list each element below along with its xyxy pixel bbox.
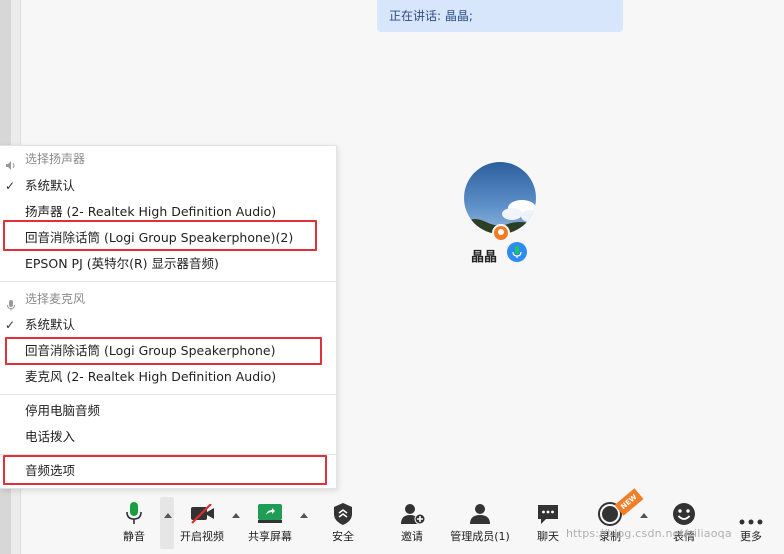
participant-name: 晶晶: [471, 250, 498, 265]
security-label: 安全: [332, 530, 354, 543]
more-button[interactable]: 更多: [729, 490, 773, 554]
video-off-icon: [190, 503, 216, 528]
check-icon: ✓: [5, 179, 16, 193]
mute-button[interactable]: 静音: [113, 490, 155, 554]
invite-button[interactable]: 邀请: [391, 490, 433, 554]
participants-icon: [469, 503, 491, 529]
action-label: 停用电脑音频: [25, 403, 101, 418]
mute-label: 静音: [123, 530, 145, 543]
speaker-section-title: 选择扬声器: [0, 146, 336, 172]
meeting-toolbar: 静音 开启视频 共享屏幕 安全 邀请 管理成员(1) 聊天 录制 表情 更多: [21, 490, 784, 554]
share-screen-icon: [258, 504, 282, 528]
phone-dial-in[interactable]: 电话拨入: [0, 424, 336, 450]
add-user-icon: [401, 503, 426, 529]
smiley-icon: [672, 502, 696, 530]
speaker-option-label: 系统默认: [25, 178, 76, 193]
mic-active-icon: [507, 242, 527, 262]
speaker-option-epson[interactable]: EPSON PJ (英特尔(R) 显示器音频): [0, 251, 336, 277]
highlight-speaker-logi: [3, 220, 317, 251]
highlight-mic-logi: [5, 337, 322, 365]
disable-computer-audio[interactable]: 停用电脑音频: [0, 398, 336, 424]
video-caret-icon[interactable]: [232, 513, 240, 518]
mic-section-label: 选择麦克风: [25, 292, 86, 306]
chat-label: 聊天: [537, 530, 559, 543]
mic-option-label: 麦克风 (2- Realtek High Definition Audio): [25, 369, 277, 384]
more-label: 更多: [740, 530, 762, 543]
action-label: 电话拨入: [25, 429, 76, 444]
speaker-section-label: 选择扬声器: [25, 152, 86, 166]
more-icon: [739, 510, 763, 529]
share-screen-button[interactable]: 共享屏幕: [245, 490, 295, 554]
highlight-audio-options: [3, 455, 327, 485]
start-video-label: 开启视频: [180, 530, 224, 543]
microphone-icon: [125, 502, 143, 530]
menu-divider: [0, 281, 336, 282]
chat-button[interactable]: 聊天: [529, 490, 567, 554]
security-button[interactable]: 安全: [323, 490, 363, 554]
mic-option-realtek[interactable]: 麦克风 (2- Realtek High Definition Audio): [0, 364, 336, 390]
mic-option-system-default[interactable]: ✓ 系统默认: [0, 312, 336, 338]
chat-icon: [537, 504, 559, 530]
reactions-button[interactable]: 表情: [663, 490, 705, 554]
manage-participants-label: 管理成员(1): [450, 530, 510, 543]
share-caret-icon[interactable]: [300, 513, 308, 518]
audio-settings-menu: 选择扬声器 ✓ 系统默认 扬声器 (2- Realtek High Defini…: [0, 145, 337, 489]
active-speaker-text: 正在讲话: 晶晶;: [389, 9, 473, 23]
record-caret-icon[interactable]: [640, 513, 648, 518]
speaker-option-label: EPSON PJ (英特尔(R) 显示器音频): [25, 256, 219, 271]
menu-divider: [0, 394, 336, 395]
mic-section-title: 选择麦克风: [0, 286, 336, 312]
manage-participants-button[interactable]: 管理成员(1): [449, 490, 511, 554]
speaker-option-system-default[interactable]: ✓ 系统默认: [0, 173, 336, 199]
audio-caret-icon[interactable]: [164, 513, 172, 518]
start-video-button[interactable]: 开启视频: [176, 490, 228, 554]
watermark: https://blog.csdn.net/ziliaoqa: [566, 527, 732, 540]
check-icon: ✓: [5, 318, 16, 332]
shield-icon: [333, 503, 353, 529]
invite-label: 邀请: [401, 530, 423, 543]
active-speaker-banner: 正在讲话: 晶晶;: [377, 0, 623, 32]
host-badge-icon: [492, 224, 510, 242]
mic-option-label: 系统默认: [25, 317, 76, 332]
share-screen-label: 共享屏幕: [248, 530, 292, 543]
